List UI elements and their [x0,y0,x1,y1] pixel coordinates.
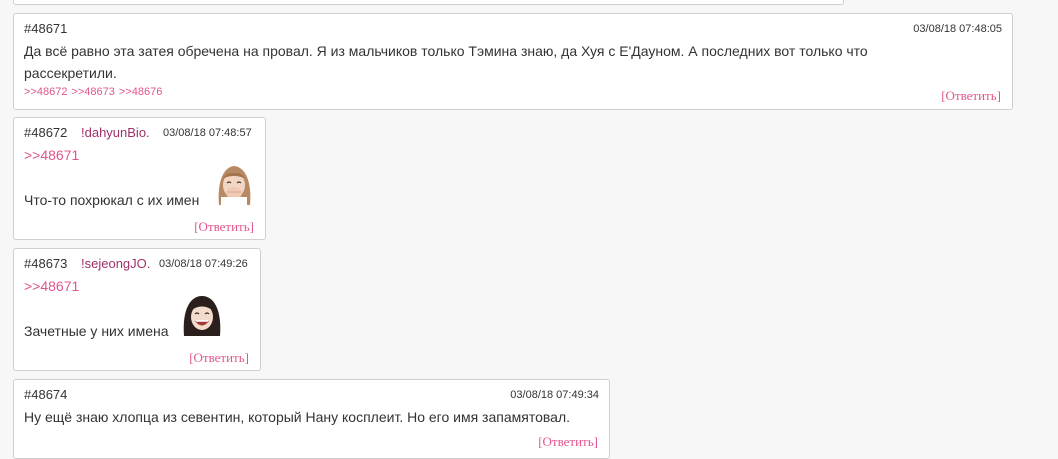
laughing-girl-sticker-icon[interactable] [181,294,223,336]
quote-link[interactable]: >>48671 [24,147,79,163]
backlink[interactable]: >>48676 [119,86,162,98]
reply-button[interactable]: [Ответить] [189,350,249,366]
post-48674: #48674 03/08/18 07:49:34 Ну ещё знаю хло… [13,379,610,459]
backlink[interactable]: >>48673 [71,86,114,98]
post-timestamp: 03/08/18 07:48:57 [163,127,252,139]
reply-button[interactable]: [Ответить] [538,434,598,450]
post-message-line: Да всё равно эта затея обречена на прова… [24,43,868,59]
post-number[interactable]: #48672 [24,125,67,140]
backlinks: >>48672 >>48673 >>48676 [24,86,166,98]
laughing-girl-sticker-icon[interactable] [213,163,255,205]
post-timestamp: 03/08/18 07:49:34 [510,389,599,401]
post-message-line: рассекретили. [24,65,117,81]
poster-tripcode: !dahyunBio. [81,125,150,140]
post-number[interactable]: #48674 [24,387,67,402]
post-timestamp: 03/08/18 07:48:05 [913,23,1002,35]
post-number[interactable]: #48671 [24,21,67,36]
reply-button[interactable]: [Ответить] [194,219,254,235]
poster-tripcode: !sejeongJO. [81,256,151,271]
reply-button[interactable]: [Ответить] [941,88,1001,104]
post-48671: #48671 03/08/18 07:48:05 Да всё равно эт… [13,13,1013,110]
post-message: Ну ещё знаю хлопца из севентин, который … [24,409,570,425]
post-message: Зачетные у них имена [24,323,169,339]
post-48672: #48672 !dahyunBio. 03/08/18 07:48:57 >>4… [13,117,266,240]
post-message: Да всё равно эта затея обречена на прова… [24,40,868,84]
post-message: Что-то похрюкал с их имен [24,192,200,208]
post-number[interactable]: #48673 [24,256,67,271]
post-48673: #48673 !sejeongJO. 03/08/18 07:49:26 >>4… [13,248,261,371]
post-timestamp: 03/08/18 07:49:26 [159,258,248,270]
backlink[interactable]: >>48672 [24,86,67,98]
previous-post-edge [13,0,844,5]
quote-link[interactable]: >>48671 [24,278,79,294]
